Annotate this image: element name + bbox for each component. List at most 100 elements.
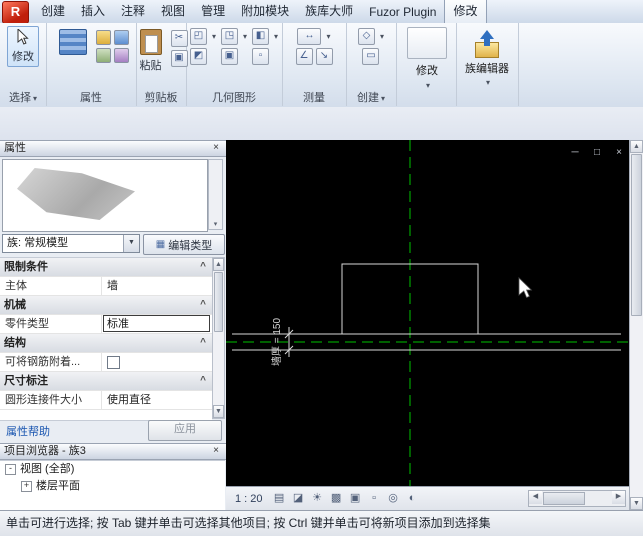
scroll-down-icon[interactable]: ▼ <box>213 405 224 418</box>
dropdown-arrow-icon[interactable]: ▾ <box>243 32 247 41</box>
dropdown-arrow-icon[interactable]: ▾ <box>486 78 490 87</box>
property-group-row[interactable]: 结构 ^ <box>0 334 212 353</box>
join-geometry-icon[interactable]: ◳ <box>221 28 238 45</box>
view-minimize-button[interactable]: ─ <box>568 147 582 158</box>
measure-ruler-icon[interactable]: ↔ <box>297 28 321 45</box>
visual-style-icon[interactable]: ◪ <box>290 491 307 507</box>
panel-measure-label[interactable]: 测量 <box>282 92 346 105</box>
dropdown-arrow-icon[interactable]: ▾ <box>326 32 330 41</box>
properties-help-link[interactable]: 属性帮助 <box>6 423 50 439</box>
paint-icon[interactable]: ◧ <box>252 28 269 45</box>
tab-addins[interactable]: 附加模块 <box>233 0 297 23</box>
panel-clipboard-label[interactable]: 剪贴板 <box>136 92 186 105</box>
tab-annotate[interactable]: 注释 <box>113 0 153 23</box>
properties-palette-header[interactable]: 属性 × <box>0 140 226 157</box>
load-into-project-icon[interactable] <box>472 30 502 58</box>
checkbox-unchecked[interactable] <box>107 356 120 369</box>
view-restore-button[interactable]: □ <box>590 147 604 158</box>
preview-scrollbar[interactable]: ▾ <box>208 159 223 230</box>
aligned-dimension-icon[interactable]: ↘ <box>316 48 333 65</box>
apply-button[interactable]: 应用 <box>148 420 222 441</box>
create-similar-icon[interactable]: ▭ <box>362 48 379 65</box>
detail-level-icon[interactable]: ▤ <box>271 491 288 507</box>
horizontal-scrollbar[interactable]: ◀ ▶ <box>528 490 626 507</box>
properties-palette-button[interactable] <box>54 26 92 58</box>
copy-icon[interactable]: ▣ <box>171 50 188 67</box>
property-row-host[interactable]: 主体 墙 <box>0 277 212 296</box>
tree-collapse-icon[interactable]: - <box>5 464 16 475</box>
property-group-row[interactable]: 限制条件 ^ <box>0 258 212 277</box>
drawing-canvas[interactable]: 墙厚 = 150 <box>226 140 629 486</box>
create-group-icon[interactable]: ◇ <box>358 28 375 45</box>
dimension-label[interactable]: 墙厚 = 150 <box>270 318 283 367</box>
family-category-icon[interactable] <box>96 30 111 45</box>
cut-icon[interactable]: ✂ <box>171 30 188 47</box>
shadows-icon[interactable]: ▩ <box>328 491 345 507</box>
demolish-icon[interactable]: ▫ <box>252 48 269 65</box>
modify-button[interactable]: 修改 <box>7 26 39 67</box>
tab-view[interactable]: 视图 <box>153 0 193 23</box>
crop-region-visibility-icon[interactable]: ▫ <box>366 491 383 507</box>
close-icon[interactable]: × <box>209 142 223 155</box>
property-group-row[interactable]: 机械 ^ <box>0 296 212 315</box>
property-value-editbox[interactable]: 标准 <box>103 315 210 332</box>
edit-type-button[interactable]: ▦ 编辑类型 <box>143 234 225 255</box>
view-close-button[interactable]: × <box>612 147 626 158</box>
app-logo[interactable]: R <box>2 1 29 24</box>
modify-panel-button[interactable] <box>407 27 447 59</box>
sun-path-icon[interactable]: ☀ <box>309 491 326 507</box>
tab-create[interactable]: 创建 <box>33 0 73 23</box>
property-value[interactable]: 墙 <box>103 277 212 295</box>
panel-select-label[interactable]: 选择▾ <box>0 92 46 105</box>
tab-manage[interactable]: 管理 <box>193 0 233 23</box>
split-face-icon[interactable]: ◩ <box>190 48 207 65</box>
tree-expand-icon[interactable]: + <box>21 481 32 492</box>
property-row-part-type[interactable]: 零件类型 标准 <box>0 315 212 334</box>
crop-view-icon[interactable]: ▣ <box>347 491 364 507</box>
family-types-icon[interactable] <box>114 30 129 45</box>
type-properties-icon[interactable] <box>114 48 129 63</box>
tab-modify[interactable]: 修改 <box>444 0 486 23</box>
property-value[interactable]: 使用直径 <box>103 391 212 409</box>
tab-fuzor-plugin[interactable]: Fuzor Plugin <box>361 1 444 23</box>
tree-item-floor-plans[interactable]: + 楼层平面 <box>0 478 225 495</box>
scroll-up-icon[interactable]: ▲ <box>630 140 643 153</box>
temporary-hide-isolate-icon[interactable]: ◎ <box>385 491 402 507</box>
property-row-connector-size[interactable]: 圆形连接件大小 使用直径 <box>0 391 212 410</box>
vertical-scrollbar[interactable]: ▲ ▼ <box>629 140 643 510</box>
scrollbar-thumb[interactable] <box>543 492 585 505</box>
scrollbar-thumb[interactable] <box>631 154 642 316</box>
dropdown-arrow-icon[interactable]: ▾ <box>274 32 278 41</box>
panel-properties-label[interactable]: 属性 <box>46 92 136 105</box>
tab-family-library-master[interactable]: 族库大师 <box>297 0 361 23</box>
tree-item-views[interactable]: - 视图 (全部) <box>0 461 225 478</box>
dropdown-arrow-icon[interactable]: ▾ <box>380 32 384 41</box>
chevron-down-icon[interactable]: ▼ <box>123 235 139 252</box>
scroll-right-icon[interactable]: ▶ <box>612 491 625 504</box>
collapse-chevron-icon[interactable]: ^ <box>200 372 206 390</box>
scrollbar-thumb[interactable] <box>214 272 223 332</box>
panel-family-editor-label-text[interactable]: 族编辑器 <box>465 60 509 76</box>
cut-geometry-icon[interactable]: ◰ <box>190 28 207 45</box>
family-parameters-icon[interactable] <box>96 48 111 63</box>
wall-joins-icon[interactable]: ▣ <box>221 48 238 65</box>
property-grid-scrollbar[interactable]: ▲ ▼ <box>212 257 225 419</box>
collapse-chevron-icon[interactable]: ^ <box>200 334 206 352</box>
property-group-row[interactable]: 尺寸标注 ^ <box>0 372 212 391</box>
paste-button[interactable]: 粘贴 <box>135 26 167 76</box>
close-icon[interactable]: × <box>209 445 223 458</box>
dropdown-arrow-icon[interactable]: ▾ <box>426 81 430 90</box>
panel-create-label[interactable]: 创建▾ <box>346 92 396 105</box>
collapse-chevron-icon[interactable]: ^ <box>200 258 206 276</box>
project-browser-header[interactable]: 项目浏览器 - 族3 × <box>0 443 226 460</box>
scroll-down-icon[interactable]: ▼ <box>630 497 643 510</box>
panel-modify-label-text[interactable]: 修改 <box>416 62 438 78</box>
angular-dimension-icon[interactable]: ∠ <box>296 48 313 65</box>
collapse-chevron-icon[interactable]: ^ <box>200 296 206 314</box>
type-selector[interactable]: 族: 常规模型 ▼ <box>2 234 140 253</box>
tab-insert[interactable]: 插入 <box>73 0 113 23</box>
reveal-hidden-elements-icon[interactable]: ◐ <box>404 491 421 507</box>
property-row-rebar[interactable]: 可将钢筋附着... <box>0 353 212 372</box>
scroll-up-icon[interactable]: ▲ <box>213 258 224 271</box>
scroll-left-icon[interactable]: ◀ <box>529 491 542 504</box>
